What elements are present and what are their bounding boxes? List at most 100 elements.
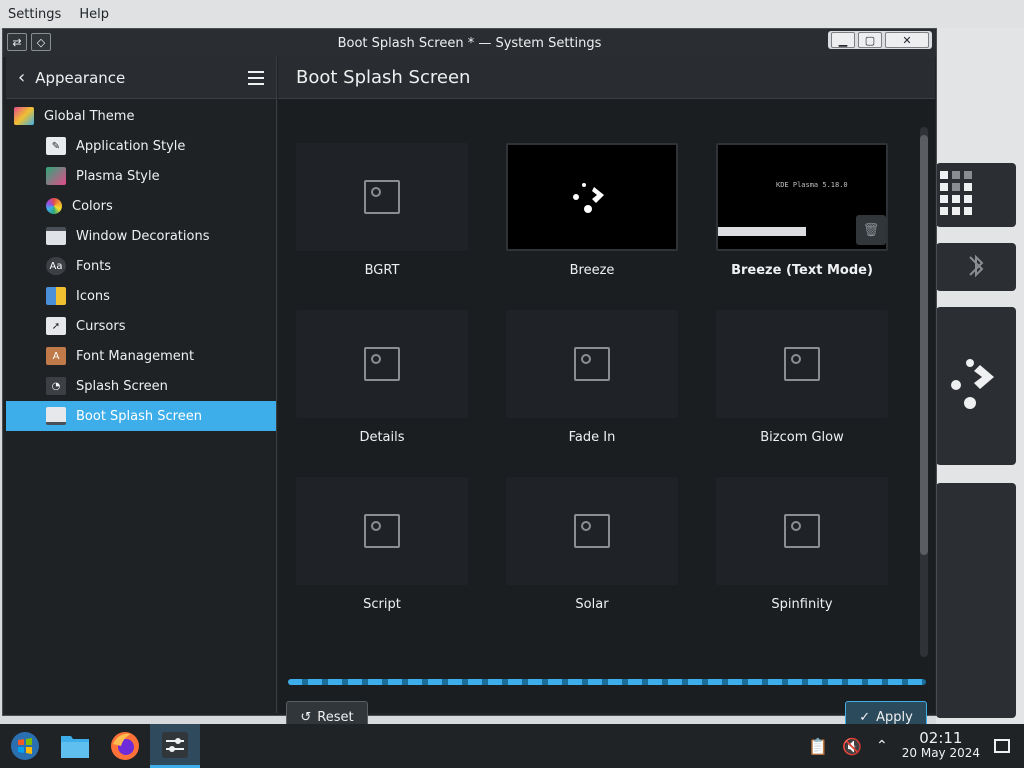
background-card-bluetooth [936,243,1016,291]
folder-icon [61,736,89,758]
sidebar-item-label: Boot Splash Screen [76,408,202,424]
theme-label: Details [359,430,405,445]
sidebar-item-label: Window Decorations [76,228,210,244]
sidebar-item-colors[interactable]: Colors [6,191,276,221]
sidebar-item-icons[interactable]: Icons [6,281,276,311]
volume-muted-icon[interactable]: 🔇 [842,737,862,756]
scrollbar-thumb[interactable] [920,135,928,555]
sidebar-item-plasma-style[interactable]: Plasma Style [6,161,276,191]
theme-preview [296,477,468,585]
theme-preview [296,310,468,418]
sidebar-item-boot-splash-screen[interactable]: Boot Splash Screen [6,401,276,431]
theme-tile-details[interactable]: Details [284,310,474,460]
clock-date: 20 May 2024 [901,746,980,760]
sidebar-item-splash-screen[interactable]: ◔ Splash Screen [6,371,276,401]
font-management-icon: A [46,347,66,365]
back-arrow-icon[interactable]: ‹ [18,67,25,88]
breeze-splash-icon [951,359,994,409]
theme-label: Breeze [569,263,615,278]
taskbar-system-settings[interactable] [150,724,200,768]
bluetooth-icon [969,254,984,278]
image-placeholder-icon [364,347,400,381]
window-menu-button[interactable]: ⇄ [7,33,27,51]
theme-preview [296,143,468,251]
system-settings-window: ⇄ ◇ Boot Splash Screen * — System Settin… [2,28,937,733]
sidebar-item-label: Splash Screen [76,378,168,394]
firefox-icon [111,732,139,760]
splash-screen-icon: ◔ [46,377,66,395]
image-placeholder-icon [364,514,400,548]
taskbar-firefox[interactable] [100,724,150,768]
sidebar-item-label: Application Style [76,138,186,154]
sidebar-list: Global Theme ✎ Application Style Plasma … [6,99,276,431]
boot-splash-screen-icon [46,407,66,425]
theme-tile-breeze-text-mode[interactable]: KDE Plasma 5.18.0 🗑 Breeze (Text Mode) [704,143,894,293]
taskbar-file-manager[interactable] [50,724,100,768]
menu-help[interactable]: Help [77,5,111,24]
pin-icon: ◇ [36,35,46,49]
theme-tile-spinfinity[interactable]: Spinfinity [704,477,894,627]
maximize-button[interactable]: ▢ [858,32,882,48]
theme-preview [716,310,888,418]
theme-preview [506,143,678,251]
content-panel: Boot Splash Screen BGRT Breeze KDE Plasm… [278,57,935,733]
minimize-button[interactable]: ▁ [831,32,855,48]
sidebar-item-fonts[interactable]: Aa Fonts [6,251,276,281]
theme-label: Bizcom Glow [760,430,844,445]
sidebar-item-global-theme[interactable]: Global Theme [6,101,276,131]
preview-text: KDE Plasma 5.18.0 [776,181,848,189]
sidebar-item-application-style[interactable]: ✎ Application Style [6,131,276,161]
sidebar-item-font-management[interactable]: A Font Management [6,341,276,371]
chevron-up-icon[interactable]: ⌃ [876,738,888,754]
sidebar-header: ‹ Appearance [6,57,276,99]
sidebar-item-label: Icons [76,288,110,304]
undo-icon: ↺ [300,709,312,725]
theme-label: Breeze (Text Mode) [731,263,873,278]
theme-tile-script[interactable]: Script [284,477,474,627]
fonts-icon: Aa [46,257,66,275]
background-card-empty [936,483,1016,718]
theme-tile-bizcom-glow[interactable]: Bizcom Glow [704,310,894,460]
preview-progress-bar [718,227,806,236]
show-desktop-icon[interactable] [994,739,1010,753]
keep-above-button[interactable]: ◇ [31,33,51,51]
window-titlebar[interactable]: ⇄ ◇ Boot Splash Screen * — System Settin… [3,29,936,57]
theme-preview [716,477,888,585]
theme-label: Script [363,597,401,612]
cursors-icon: ➚ [46,317,66,335]
grid-icon [940,171,972,215]
close-icon: ✕ [902,33,912,47]
digital-clock[interactable]: 02:11 20 May 2024 [902,731,980,761]
close-button[interactable]: ✕ [885,32,929,48]
theme-tile-solar[interactable]: Solar [494,477,684,627]
clipboard-icon[interactable]: 📋 [808,737,828,756]
window-decorations-icon [46,227,66,245]
theme-preview [506,310,678,418]
maximize-icon: ▢ [864,33,876,47]
sidebar-item-window-decorations[interactable]: Window Decorations [6,221,276,251]
image-placeholder-icon [784,514,820,548]
window-menu-icon: ⇄ [12,35,22,49]
delete-icon[interactable]: 🗑 [856,215,886,245]
sidebar-item-label: Global Theme [44,108,135,124]
menu-settings[interactable]: Settings [6,5,63,24]
image-placeholder-icon [784,347,820,381]
theme-tile-breeze[interactable]: Breeze [494,143,684,293]
sidebar-title: Appearance [35,68,126,87]
image-placeholder-icon [364,180,400,214]
sidebar-item-cursors[interactable]: ➚ Cursors [6,311,276,341]
sidebar-item-label: Cursors [76,318,126,334]
system-settings-icon [162,731,188,758]
theme-preview: KDE Plasma 5.18.0 🗑 [716,143,888,251]
icons-icon [46,287,66,305]
apply-label: Apply [876,709,913,725]
plasma-style-icon [46,167,66,185]
sidebar: ‹ Appearance Global Theme ✎ Application … [6,57,277,713]
theme-tile-bgrt[interactable]: BGRT [284,143,474,293]
hamburger-menu-icon[interactable] [248,70,264,85]
theme-tile-fade-in[interactable]: Fade In [494,310,684,460]
application-launcher[interactable] [0,724,50,768]
start-menu-icon [11,732,39,760]
breeze-splash-icon [573,183,604,213]
theme-label: Spinfinity [771,597,833,612]
